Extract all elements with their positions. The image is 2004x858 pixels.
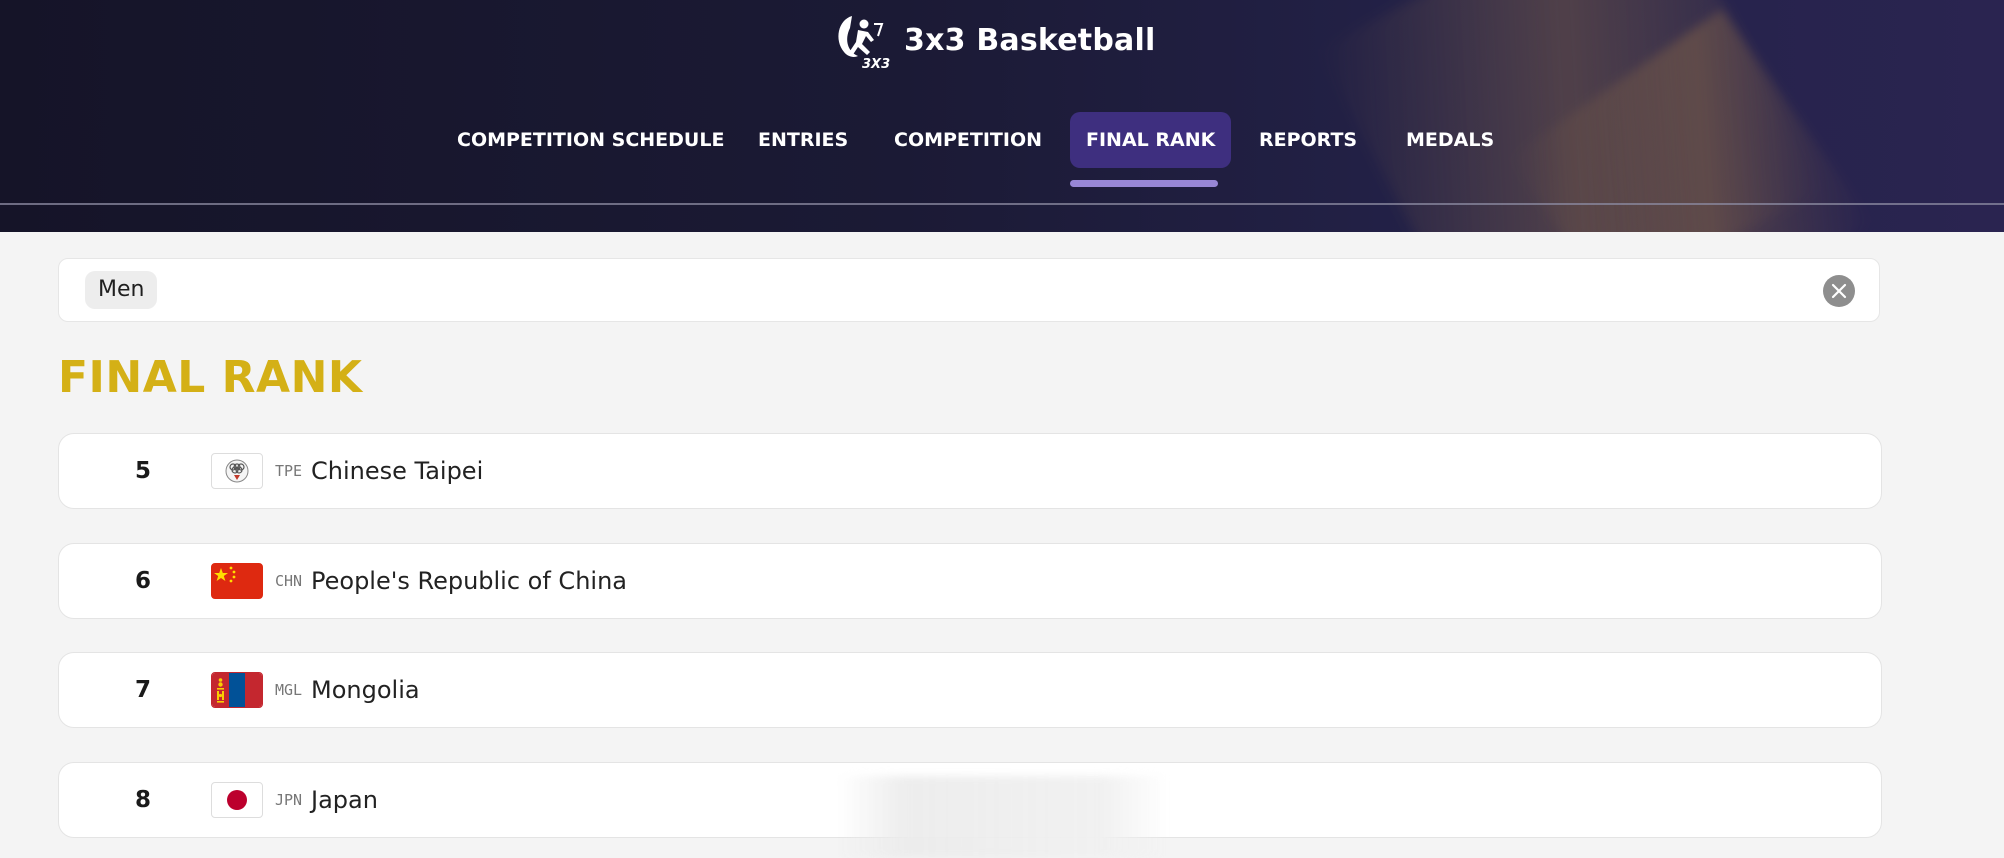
jpn-flag-icon — [211, 782, 263, 818]
country-code: CHN — [275, 572, 303, 590]
mgl-flag-icon — [211, 672, 263, 708]
active-tab-indicator — [1070, 180, 1218, 187]
country-name[interactable]: People's Republic of China — [311, 544, 627, 618]
header-divider — [0, 203, 2004, 205]
nav-competition-schedule[interactable]: COMPETITION SCHEDULE — [457, 112, 724, 168]
nav-entries[interactable]: ENTRIES — [758, 112, 848, 168]
app-title: 3x3 Basketball — [904, 22, 1156, 58]
rank-row[interactable]: 6 CHN People's Republic of China — [58, 543, 1882, 619]
country-name[interactable]: Mongolia — [311, 653, 420, 727]
country-code: MGL — [275, 681, 303, 699]
rank-number: 6 — [134, 568, 151, 594]
nav-competition[interactable]: COMPETITION — [894, 112, 1042, 168]
rank-number: 7 — [134, 677, 151, 703]
close-circle-icon — [1831, 283, 1847, 299]
blurred-overlay — [838, 776, 1168, 858]
rank-row[interactable]: 7 MGL Mongolia — [58, 652, 1882, 728]
chn-flag-icon — [211, 563, 263, 599]
rank-row[interactable]: 5 TPE Chinese Taipei — [58, 433, 1882, 509]
nav-final-rank[interactable]: FINAL RANK — [1070, 112, 1232, 168]
country-name[interactable]: Japan — [311, 763, 378, 837]
brand[interactable]: 3X3 3x3 Basketball — [830, 10, 1155, 70]
filter-bar[interactable]: Men — [58, 258, 1880, 322]
country-code: TPE — [275, 462, 303, 480]
country-name[interactable]: Chinese Taipei — [311, 434, 483, 508]
site-header: 3X3 3x3 Basketball COMPETITION SCHEDULE … — [0, 0, 2004, 232]
country-code: JPN — [275, 791, 303, 809]
rank-number: 5 — [134, 458, 151, 484]
pictogram-icon: 3X3 — [838, 16, 890, 70]
filter-chip-gender[interactable]: Men — [85, 271, 158, 309]
main-nav: COMPETITION SCHEDULE ENTRIES COMPETITION… — [0, 112, 2004, 168]
clear-filter-button[interactable] — [1823, 275, 1855, 307]
rank-number: 8 — [134, 787, 151, 813]
nav-medals[interactable]: MEDALS — [1406, 112, 1494, 168]
tpe-flag-icon — [211, 453, 263, 489]
svg-text:3X3: 3X3 — [862, 57, 890, 70]
page-title: FINAL RANK — [58, 352, 363, 403]
nav-reports[interactable]: REPORTS — [1259, 112, 1357, 168]
